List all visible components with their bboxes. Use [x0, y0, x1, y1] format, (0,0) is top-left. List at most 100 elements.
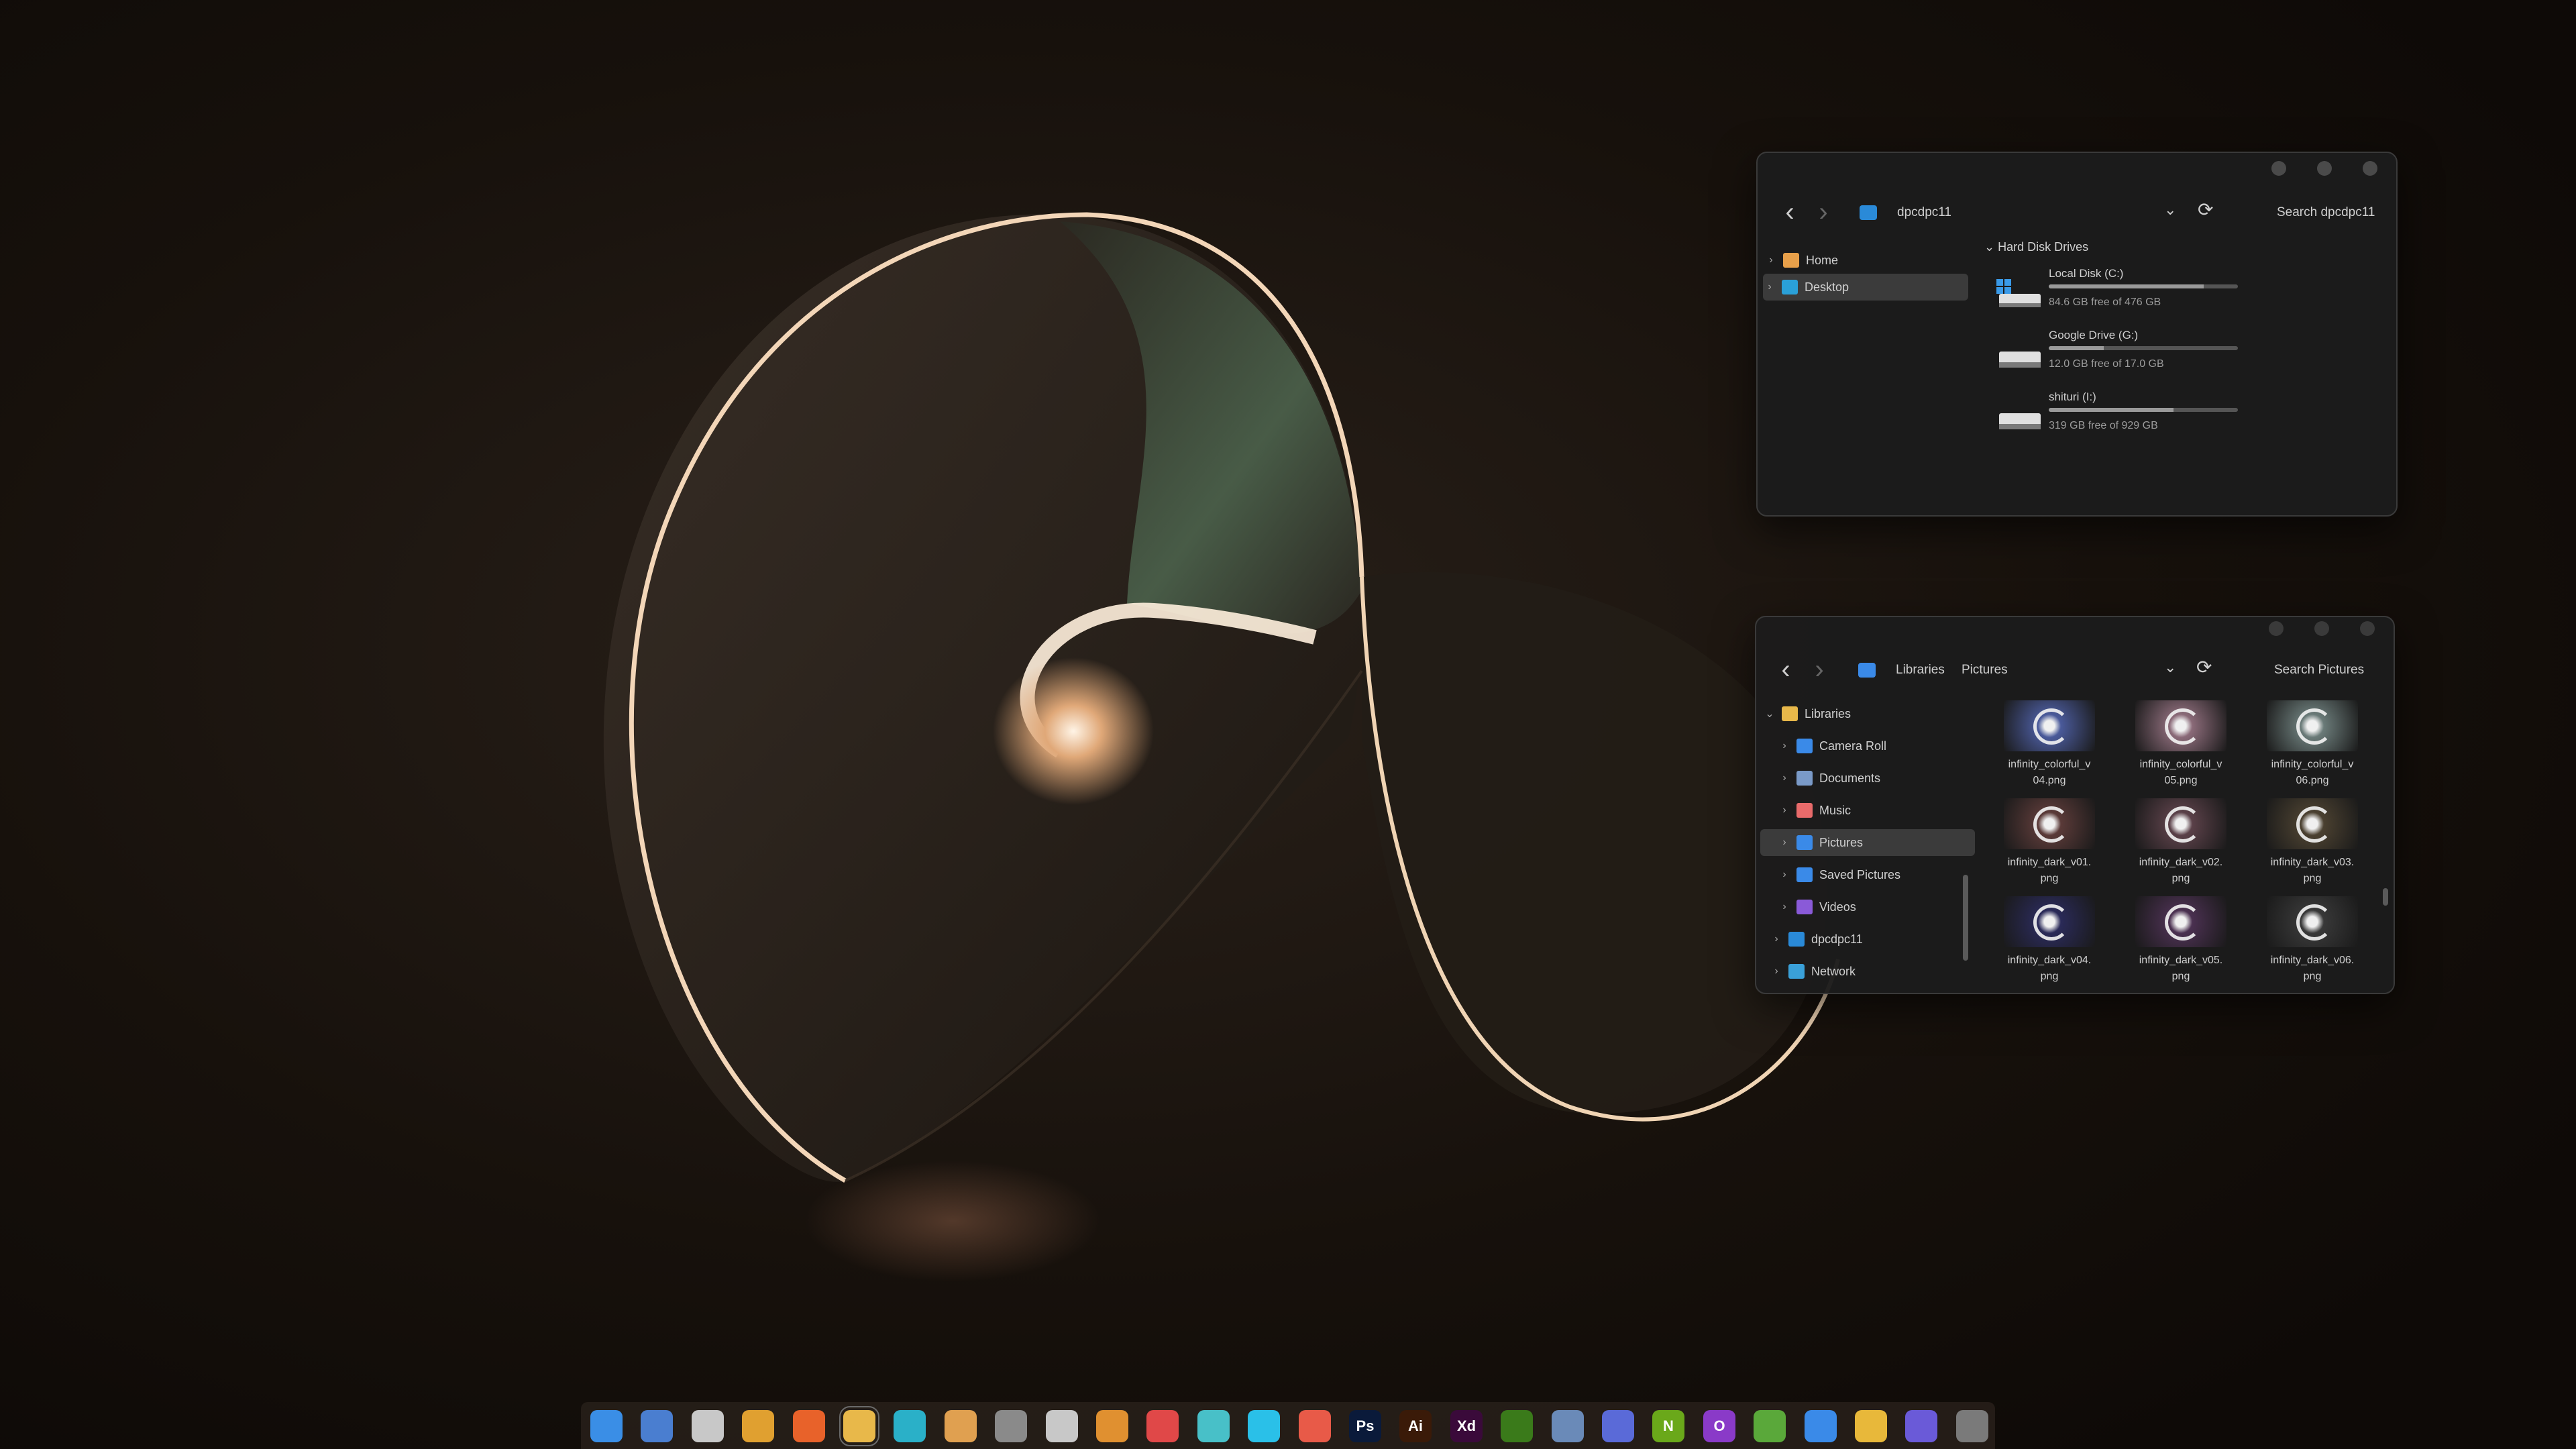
app-save[interactable] [945, 1410, 977, 1442]
expand-chevron-icon[interactable]: › [1778, 837, 1791, 849]
maximize-button[interactable] [2314, 621, 2329, 636]
app-activity-monitor[interactable] [641, 1410, 673, 1442]
expand-chevron-icon[interactable]: › [1778, 901, 1791, 913]
nav-item-home[interactable]: › Home [1764, 247, 1966, 274]
desktop-icon [1782, 280, 1798, 294]
window-caption-buttons [2271, 161, 2377, 176]
file-name: infinity_dark_v03. png [2270, 857, 2355, 884]
expand-chevron-icon[interactable]: ⌄ [1763, 707, 1776, 720]
nav-item-music[interactable]: › Music [1778, 797, 1966, 824]
app-firefox[interactable] [793, 1410, 825, 1442]
app-notes[interactable] [692, 1410, 724, 1442]
app-affinity-designer[interactable] [1248, 1410, 1280, 1442]
address-history-dropdown[interactable]: ⌄ [2164, 201, 2176, 219]
app-affinity-publisher[interactable] [1299, 1410, 1331, 1442]
expand-chevron-icon[interactable]: › [1764, 254, 1778, 266]
app-control-panel[interactable] [1552, 1410, 1584, 1442]
expand-chevron-icon[interactable]: › [1778, 772, 1791, 784]
app-video-player[interactable] [1096, 1410, 1128, 1442]
app-nvidia[interactable]: N [1652, 1410, 1684, 1442]
file-thumbnail[interactable]: infinity_dark_v06. png [2251, 896, 2373, 990]
nav-item-dpcdpc11[interactable]: › dpcdpc11 [1770, 926, 1964, 953]
app-photoshop[interactable]: Ps [1349, 1410, 1381, 1442]
app-media-player[interactable] [1046, 1410, 1078, 1442]
address-crumb[interactable]: dpcdpc11 [1897, 205, 1951, 220]
drive-item-shituri-i[interactable]: shituri (I:) 319 GB free of 929 GB [1996, 390, 2265, 444]
start-button[interactable] [590, 1410, 623, 1442]
drive-free-space: 319 GB free of 929 GB [2049, 420, 2158, 431]
file-grid-scrollbar[interactable] [2383, 888, 2388, 906]
refresh-button[interactable]: ⟳ [2196, 656, 2212, 678]
windows-drive-icon [1996, 279, 2041, 307]
forward-button[interactable]: › [1810, 199, 1837, 227]
file-thumbnail[interactable]: infinity_colorful_v 06.png [2251, 700, 2373, 794]
saved-pictures-icon [1796, 867, 1813, 882]
back-button[interactable]: ‹ [1776, 199, 1803, 227]
section-header-hard-disk-drives[interactable]: ⌄ Hard Disk Drives [1984, 240, 2088, 254]
nav-item-camera-roll[interactable]: › Camera Roll [1778, 733, 1966, 759]
file-thumbnail[interactable]: infinity_dark_v04. png [1988, 896, 2110, 990]
nav-item-network[interactable]: › Network [1770, 958, 1964, 985]
maximize-button[interactable] [2317, 161, 2332, 176]
expand-chevron-icon[interactable]: › [1778, 740, 1791, 752]
refresh-button[interactable]: ⟳ [2198, 199, 2213, 221]
file-thumbnail[interactable]: infinity_colorful_v 05.png [2120, 700, 2242, 794]
app-image-viewer[interactable] [1197, 1410, 1230, 1442]
expand-chevron-icon[interactable]: › [1770, 965, 1783, 977]
breadcrumb-pictures[interactable]: Pictures [1962, 663, 2008, 678]
minimize-button[interactable] [2271, 161, 2286, 176]
address-toolbar: ‹ › dpcdpc11 ⌄ ⟳ Search dpcdpc11 [1758, 193, 2396, 233]
app-code-editor[interactable] [1602, 1410, 1634, 1442]
nav-item-pictures[interactable]: › Pictures [1760, 829, 1975, 856]
file-thumbnail[interactable]: infinity_dark_v03. png [2251, 798, 2373, 892]
app-camera[interactable] [1956, 1410, 1988, 1442]
nav-item-desktop[interactable]: › Desktop [1763, 274, 1968, 301]
app-green-logo[interactable] [1501, 1410, 1533, 1442]
forward-button[interactable]: › [1806, 656, 1833, 684]
app-xd[interactable]: Xd [1450, 1410, 1483, 1442]
expand-chevron-icon[interactable]: › [1778, 804, 1791, 816]
app-chat-purple[interactable] [1905, 1410, 1937, 1442]
nav-pane-scrollbar[interactable] [1963, 875, 1968, 961]
nav-item-libraries[interactable]: ⌄ Libraries [1763, 700, 1964, 727]
close-button[interactable] [2360, 621, 2375, 636]
app-window-manager[interactable] [894, 1410, 926, 1442]
app-onenote[interactable]: O [1703, 1410, 1735, 1442]
expand-chevron-icon[interactable]: › [1763, 281, 1776, 293]
file-name: infinity_dark_v06. png [2270, 955, 2355, 982]
nav-item-label: Desktop [1805, 280, 1849, 294]
expand-chevron-icon[interactable]: › [1778, 869, 1791, 881]
search-input[interactable]: Search dpcdpc11 [2277, 205, 2375, 220]
drive-usage-bar [2049, 284, 2238, 288]
nav-item-label: Network [1811, 964, 1856, 978]
file-thumbnail[interactable]: infinity_dark_v02. png [2120, 798, 2242, 892]
file-thumbnail[interactable]: infinity_colorful_v 04.png [1988, 700, 2110, 794]
app-chat-green[interactable] [1754, 1410, 1786, 1442]
back-button[interactable]: ‹ [1772, 656, 1799, 684]
app-youtube[interactable] [1146, 1410, 1179, 1442]
nav-item-saved-pictures[interactable]: › Saved Pictures [1778, 861, 1966, 888]
close-button[interactable] [2363, 161, 2377, 176]
app-file-explorer[interactable] [839, 1406, 879, 1446]
nav-item-videos[interactable]: › Videos [1778, 894, 1966, 920]
minimize-button[interactable] [2269, 621, 2284, 636]
search-input[interactable]: Search Pictures [2274, 663, 2364, 678]
image-preview [2004, 896, 2095, 947]
expand-chevron-icon[interactable]: › [1770, 933, 1783, 945]
app-speaker[interactable] [995, 1410, 1027, 1442]
app-chat-yellow[interactable] [1855, 1410, 1887, 1442]
file-thumbnail[interactable]: infinity_dark_v05. png [2120, 896, 2242, 990]
drive-name: Google Drive (G:) [2049, 329, 2139, 341]
app-chrome[interactable] [742, 1410, 774, 1442]
breadcrumb-libraries[interactable]: Libraries [1896, 663, 1945, 678]
file-thumbnail[interactable]: infinity_dark_v01. png [1988, 798, 2110, 892]
drive-item-local-disk-c[interactable]: Local Disk (C:) 84.6 GB free of 476 GB [1996, 267, 2265, 321]
app-chat-blue[interactable] [1805, 1410, 1837, 1442]
nav-item-documents[interactable]: › Documents [1778, 765, 1966, 792]
address-history-dropdown[interactable]: ⌄ [2164, 659, 2176, 676]
app-illustrator[interactable]: Ai [1399, 1410, 1432, 1442]
infinity-logo-icon [2033, 708, 2070, 745]
image-preview [2004, 798, 2095, 849]
drive-item-google-drive-g[interactable]: Google Drive (G:) 12.0 GB free of 17.0 G… [1996, 329, 2265, 382]
nav-item-label: Videos [1819, 900, 1856, 914]
